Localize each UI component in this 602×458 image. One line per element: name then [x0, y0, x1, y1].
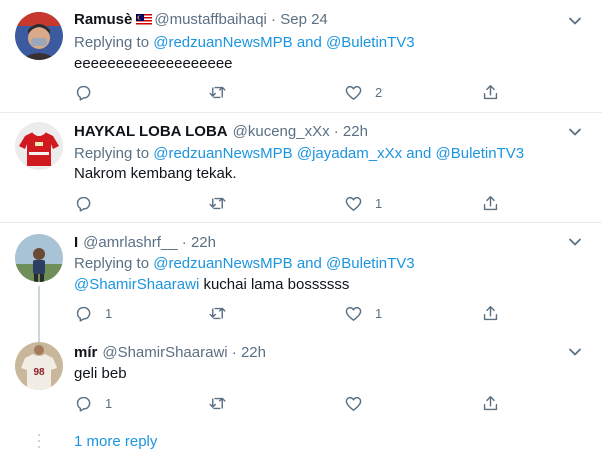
mention-link[interactable]: @ShamirShaarawi: [74, 276, 199, 293]
tweet-text: eeeeeeeeeeeeeeeeeee: [74, 55, 233, 72]
user-handle[interactable]: @amrlashrf__: [83, 234, 177, 251]
reply-icon: [76, 196, 91, 212]
replying-to: Replying to @redzuanNewsMPB and @Buletin…: [74, 33, 415, 53]
mention-link[interactable]: @BuletinTV3: [326, 255, 415, 272]
separator-dot: ·: [177, 234, 191, 251]
display-name[interactable]: HAYKAL LOBA LOBA: [74, 123, 228, 140]
tweet-body: kuchai lama bossssss: [199, 276, 350, 293]
replying-to: Replying to @redzuanNewsMPB and @Buletin…: [74, 254, 415, 274]
like-count: 2: [375, 84, 383, 100]
like-button[interactable]: 1: [344, 193, 382, 213]
svg-text:98: 98: [33, 367, 45, 378]
retweet-button[interactable]: [208, 303, 227, 323]
tweet-header: HAYKAL LOBA LOBA @kuceng_xXx · 22h: [74, 122, 368, 142]
heart-icon: [345, 196, 362, 211]
tweet-text: Nakrom kembang tekak.: [74, 165, 237, 182]
timestamp[interactable]: 22h: [343, 123, 368, 140]
tweet-header: I @amrlashrf__ · 22h: [74, 233, 216, 253]
share-icon: [483, 195, 498, 210]
mention-link[interactable]: @redzuanNewsMPB: [153, 255, 292, 272]
replying-prefix: Replying to: [74, 34, 154, 51]
user-handle[interactable]: @ShamirShaarawi: [102, 344, 227, 361]
reply-button[interactable]: 1: [74, 393, 112, 413]
like-count: 1: [375, 195, 383, 211]
mention-joiner[interactable]: and: [402, 145, 435, 162]
chevron-down-icon[interactable]: [567, 13, 583, 29]
malaysia-flag-icon: [136, 12, 153, 32]
timestamp[interactable]: 22h: [191, 234, 216, 251]
tweet-text: @ShamirShaarawi kuchai lama bossssss: [74, 275, 349, 295]
retweet-icon: [209, 307, 226, 319]
heart-icon: [345, 306, 362, 321]
display-name[interactable]: I: [74, 234, 78, 251]
reply-icon: [76, 396, 91, 412]
chevron-down-icon[interactable]: [567, 234, 583, 250]
reply-button[interactable]: 1: [74, 303, 112, 323]
mention-link[interactable]: @BuletinTV3: [326, 34, 415, 51]
user-handle[interactable]: @kuceng_xXx: [233, 123, 330, 140]
replying-prefix: Replying to: [74, 145, 154, 162]
like-count: 1: [375, 305, 383, 321]
mention-link[interactable]: @BuletinTV3: [436, 145, 525, 162]
chevron-down-icon[interactable]: [567, 124, 583, 140]
mention-link[interactable]: @redzuanNewsMPB: [153, 145, 292, 162]
avatar[interactable]: 98: [15, 342, 63, 390]
divider: [0, 112, 602, 113]
share-button[interactable]: [481, 193, 500, 213]
retweet-icon: [209, 86, 226, 98]
chevron-down-icon[interactable]: [567, 344, 583, 360]
heart-icon: [345, 85, 362, 100]
share-button[interactable]: [481, 393, 500, 413]
retweet-icon: [209, 397, 226, 409]
like-button[interactable]: [344, 393, 375, 413]
display-name[interactable]: mír: [74, 344, 97, 361]
share-icon: [483, 305, 498, 320]
timestamp[interactable]: Sep 24: [280, 11, 328, 28]
tweet-header: mír @ShamirShaarawi · 22h: [74, 343, 266, 363]
mention-link[interactable]: @jayadam_xXx: [297, 145, 402, 162]
share-button[interactable]: [481, 303, 500, 323]
user-handle[interactable]: @mustaffbaihaqi: [154, 11, 267, 28]
reply-count: 1: [105, 395, 113, 411]
mention-joiner[interactable]: and: [293, 34, 326, 51]
mention-link[interactable]: @redzuanNewsMPB: [153, 34, 292, 51]
replying-prefix: Replying to: [74, 255, 154, 272]
mention-joiner[interactable]: and: [293, 255, 326, 272]
retweet-button[interactable]: [208, 393, 227, 413]
like-button[interactable]: 2: [344, 82, 382, 102]
heart-icon: [345, 396, 362, 411]
share-icon: [483, 395, 498, 410]
reply-icon: [76, 85, 91, 101]
avatar[interactable]: [15, 234, 63, 282]
share-button[interactable]: [481, 82, 500, 102]
replying-to: Replying to @redzuanNewsMPB @jayadam_xXx…: [74, 144, 524, 164]
separator-dot: ·: [329, 123, 343, 140]
divider: [0, 222, 602, 223]
thread-line: [38, 286, 40, 342]
thread-dots: [38, 434, 40, 452]
tweet-text: geli beb: [74, 365, 127, 382]
retweet-icon: [209, 197, 226, 209]
tweet-header: Ramusè @mustaffbaihaqi · Sep 24: [74, 10, 328, 32]
reply-icon: [76, 306, 91, 322]
display-name[interactable]: Ramusè: [74, 11, 132, 28]
share-icon: [483, 84, 498, 99]
avatar[interactable]: [15, 12, 63, 60]
like-button[interactable]: 1: [344, 303, 382, 323]
avatar[interactable]: [15, 122, 63, 170]
retweet-button[interactable]: [208, 193, 227, 213]
reply-button[interactable]: [74, 193, 105, 213]
timestamp[interactable]: 22h: [241, 344, 266, 361]
retweet-button[interactable]: [208, 82, 227, 102]
separator-dot: ·: [227, 344, 241, 361]
separator-dot: ·: [266, 11, 281, 28]
reply-count: 1: [105, 305, 113, 321]
show-more-replies-link[interactable]: 1 more reply: [74, 432, 157, 452]
reply-button[interactable]: [74, 82, 105, 102]
